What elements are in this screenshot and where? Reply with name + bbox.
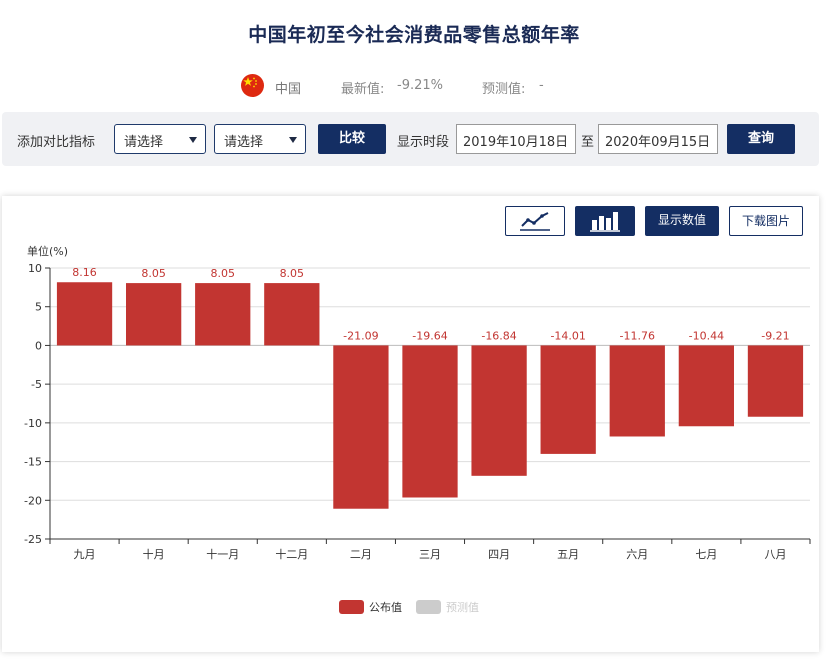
legend-swatch-published [339,600,364,614]
x-tick-label: 四月 [488,548,510,561]
legend-swatch-forecast [416,600,441,614]
x-tick-label: 九月 [74,548,96,561]
y-tick-label: 0 [35,339,42,352]
download-image-button[interactable]: 下载图片 [729,206,803,236]
bar [56,282,113,346]
forecast-value-label: 预测值: [482,82,526,97]
chevron-down-icon [189,137,197,143]
x-tick-label: 八月 [764,548,786,561]
bar [747,345,804,417]
chart-card: 单位(%) 10 5 0 -5 -10 -15 -20 -25 8.16 九月 8.05 十月 8.05 十… [2,196,819,652]
bar [264,283,320,346]
bar [333,345,389,509]
data-label: 8.05 [280,267,305,280]
compare-select-1[interactable]: 请选择 [114,124,206,154]
filter-bar: 添加对比指标 请选择 请选择 比较 显示时段 2019年10月18日 至 202… [2,112,819,166]
y-tick-label: -10 [24,417,42,430]
data-label: -11.76 [620,329,655,342]
x-tick-label: 六月 [626,548,648,561]
forecast-value: - [539,78,544,93]
bar-chart-toggle-button[interactable] [575,206,635,236]
compare-select-1-value: 请选择 [124,135,164,150]
bar-chart: 单位(%) 10 5 0 -5 -10 -15 -20 -25 8.16 九月 8.05 十月 8.05 十… [24,244,811,614]
y-tick-label: -5 [31,378,42,391]
data-label: -14.01 [550,329,585,342]
y-tick-label: 10 [28,262,42,275]
legend-label-published: 公布值 [369,601,402,614]
compare-select-2-value: 请选择 [224,135,264,150]
y-tick-label: -25 [24,533,42,546]
x-tick-label: 十月 [143,547,165,561]
to-label: 至 [581,135,595,150]
data-label: -16.84 [481,329,516,342]
bar [540,345,596,454]
data-label: -19.64 [412,329,447,342]
data-label: -10.44 [689,329,724,342]
bar [126,283,182,346]
china-flag-icon [241,74,264,97]
latest-value-label: 最新值: [341,82,385,97]
data-label: -9.21 [761,329,789,342]
page-title: 中国年初至今社会消费品零售总额年率 [248,24,580,46]
x-tick-label: 七月 [695,548,717,561]
x-tick-label: 二月 [350,548,372,561]
data-label: 8.16 [72,266,97,279]
y-axis-unit-label: 单位(%) [27,244,68,258]
x-tick-label: 十二月 [275,547,308,561]
period-label: 显示时段 [397,135,450,150]
data-label: -21.09 [343,329,378,342]
compare-select-2[interactable]: 请选择 [214,124,306,154]
compare-indicator-label: 添加对比指标 [17,135,96,150]
y-tick-label: -20 [24,494,42,507]
data-label: 8.05 [141,267,166,280]
x-tick-label: 十一月 [206,547,239,561]
bar-chart-icon [590,212,620,232]
x-tick-label: 五月 [557,548,579,561]
latest-value: -9.21% [397,78,443,93]
y-tick-label: 5 [35,301,42,314]
query-button[interactable]: 查询 [727,124,795,154]
bar [678,345,734,427]
x-tick-label: 三月 [419,548,441,561]
end-date-input[interactable]: 2020年09月15日 [598,124,718,154]
bar [609,345,665,437]
data-label: 8.05 [210,267,235,280]
bar [402,345,458,498]
line-chart-toggle-button[interactable] [505,206,565,236]
y-tick-label: -15 [24,456,42,469]
country-name: 中国 [275,82,302,97]
show-values-button[interactable]: 显示数值 [645,206,719,236]
bar [195,283,251,346]
chevron-down-icon [289,137,297,143]
indicator-info: 中国 最新值: -9.21% 预测值: - [0,74,828,98]
bar [471,345,527,476]
line-chart-icon [520,212,550,231]
legend-label-forecast: 预测值 [446,601,479,614]
compare-button[interactable]: 比较 [318,124,386,154]
start-date-input[interactable]: 2019年10月18日 [456,124,576,154]
